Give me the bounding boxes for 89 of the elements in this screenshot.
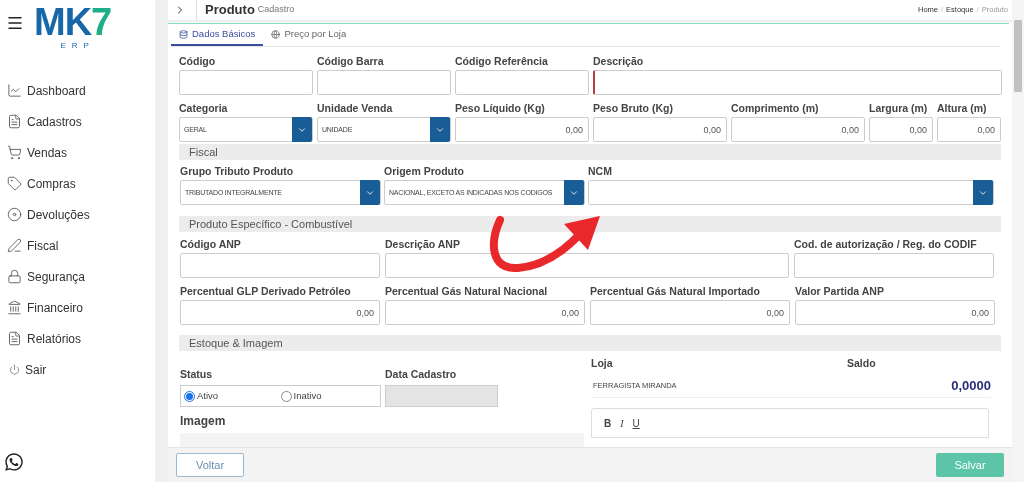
- table-cell-text: 0,0000: [951, 376, 991, 395]
- field-label: Código Barra: [317, 55, 385, 68]
- dropdown-button[interactable]: [973, 180, 993, 206]
- document-icon: [7, 114, 22, 129]
- section-label: Imagem: [180, 413, 227, 430]
- section-header: Produto Específico - Combustível: [179, 216, 1001, 233]
- field-label: Origem Produto: [384, 165, 465, 178]
- input-field[interactable]: [179, 70, 313, 96]
- input-field[interactable]: [317, 70, 451, 96]
- section-header: Estoque & Imagem: [179, 335, 1001, 352]
- format-button[interactable]: I: [620, 415, 624, 431]
- menu-item[interactable]: Relatórios: [0, 323, 155, 354]
- input-field[interactable]: 0,00: [385, 300, 585, 326]
- input-field[interactable]: 0,00: [590, 300, 790, 326]
- field-label: Altura (m): [937, 102, 988, 115]
- date-field[interactable]: [385, 385, 498, 407]
- disc-icon: [7, 207, 22, 222]
- menu-item[interactable]: Financeiro: [0, 292, 155, 323]
- dropdown-button[interactable]: [360, 180, 380, 206]
- menu-item[interactable]: Sair: [0, 354, 155, 385]
- dropdown-button[interactable]: [564, 180, 584, 206]
- field-label: Data Cadastro: [385, 367, 458, 383]
- input-field[interactable]: 0,00: [180, 300, 380, 326]
- scrollbar[interactable]: [1012, 0, 1024, 482]
- menu-item[interactable]: Fiscal: [0, 230, 155, 261]
- tab[interactable]: Preço por Loja: [263, 24, 355, 47]
- menu-item[interactable]: Vendas: [0, 137, 155, 168]
- field-label: Peso Líquido (Kg): [455, 102, 546, 115]
- chat-bubble-icon[interactable]: [4, 452, 24, 472]
- field-label: Percentual Gás Natural Importado: [590, 285, 761, 298]
- field-label: Código Referência: [455, 55, 549, 68]
- tag-icon: [7, 176, 22, 191]
- select-field[interactable]: [588, 180, 994, 206]
- tab[interactable]: Dados Básicos: [171, 24, 264, 47]
- field-label: Percentual Gás Natural Nacional: [385, 285, 549, 298]
- field-label: Unidade Venda: [317, 102, 394, 115]
- field-label: Descrição ANP: [385, 238, 461, 251]
- cart-icon: [7, 145, 22, 160]
- page-title: Produto: [205, 1, 255, 20]
- menu-item[interactable]: Compras: [0, 168, 155, 199]
- input-field[interactable]: [385, 253, 789, 279]
- field-label: Descrição: [593, 55, 645, 68]
- field-label: Cod. de autorização / Reg. do CODIF: [794, 238, 978, 251]
- input-field[interactable]: 0,00: [455, 117, 589, 143]
- input-field[interactable]: [593, 70, 1002, 96]
- menu-icon[interactable]: [6, 14, 24, 32]
- format-button[interactable]: B: [604, 415, 612, 431]
- dropdown-button[interactable]: [292, 117, 312, 143]
- chart-icon: [7, 83, 22, 98]
- power-icon: [9, 364, 20, 375]
- input-field[interactable]: [455, 70, 589, 96]
- document-icon: [7, 331, 22, 346]
- column-header: Loja: [591, 356, 614, 372]
- dropdown-button[interactable]: [430, 117, 450, 143]
- radio-option[interactable]: Ativo: [184, 388, 281, 404]
- input-field[interactable]: 0,00: [937, 117, 1001, 143]
- input-field[interactable]: 0,00: [869, 117, 933, 143]
- input-field[interactable]: [794, 253, 994, 279]
- globe-icon: [271, 29, 281, 39]
- field-label: Status: [180, 367, 214, 383]
- field-label: Percentual GLP Derivado Petróleo: [180, 285, 352, 298]
- field-label: Código ANP: [180, 238, 242, 251]
- field-label: Código: [179, 55, 217, 68]
- database-icon: [179, 29, 188, 39]
- pen-icon: [7, 238, 22, 253]
- logo: MK7 ERP: [34, 4, 112, 52]
- page-subtitle: Cadastro: [257, 3, 295, 17]
- input-field[interactable]: 0,00: [593, 117, 727, 143]
- menu-item[interactable]: Dashboard: [0, 75, 155, 106]
- input-field[interactable]: 0,00: [795, 300, 995, 326]
- field-label: NCM: [588, 165, 613, 178]
- menu-item[interactable]: Cadastros: [0, 106, 155, 137]
- field-label: Comprimento (m): [731, 102, 820, 115]
- field-label: Valor Partida ANP: [795, 285, 885, 298]
- back-button[interactable]: Voltar: [176, 453, 244, 477]
- bank-icon: [7, 300, 22, 315]
- radio-option[interactable]: Inativo: [280, 388, 377, 404]
- section-header: Fiscal: [179, 144, 1001, 161]
- field-label: Largura (m): [869, 102, 929, 115]
- field-label: Categoria: [179, 102, 229, 115]
- field-label: Grupo Tributo Produto: [180, 165, 295, 178]
- menu-item[interactable]: Devoluções: [0, 199, 155, 230]
- input-field[interactable]: 0,00: [731, 117, 865, 143]
- field-label: Peso Bruto (Kg): [593, 102, 674, 115]
- lock-icon: [7, 269, 22, 284]
- menu-item[interactable]: Segurança: [0, 261, 155, 292]
- column-header: Saldo: [847, 356, 876, 372]
- format-button[interactable]: U: [632, 415, 640, 431]
- input-field[interactable]: [180, 253, 380, 279]
